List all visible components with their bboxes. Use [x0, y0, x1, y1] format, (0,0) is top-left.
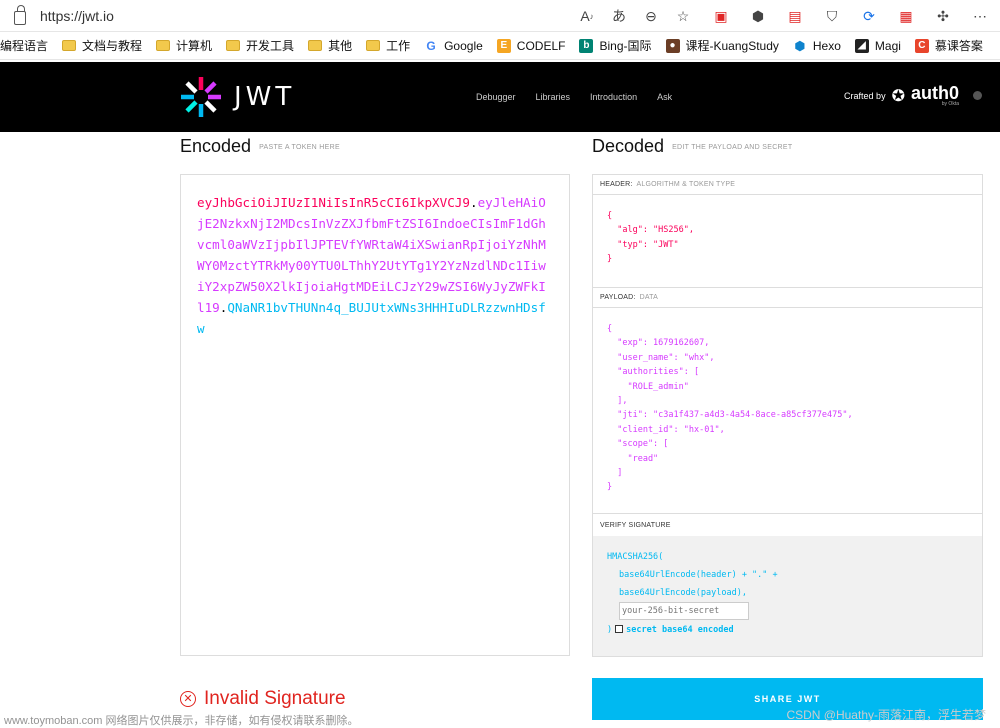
nav-debugger[interactable]: Debugger — [476, 92, 516, 102]
token-signature-part: QNaNR1bvTHUNn4q_BUJUtxWNs3HHHIuDLRzzwnHD… — [197, 300, 546, 336]
folder-icon — [226, 40, 241, 51]
verify-header-line: base64UrlEncode(header) + "." + — [619, 570, 778, 580]
verify-section-label: VERIFY SIGNATURE — [593, 514, 982, 536]
magi-icon: ◢ — [854, 38, 869, 53]
more-icon[interactable]: ⋯ — [970, 6, 990, 26]
bookmark-kuangstudy[interactable]: ● 课程-KuangStudy — [665, 37, 779, 54]
bookmark-folder[interactable]: 计算机 — [156, 37, 212, 54]
bookmark-hexo[interactable]: ⬢ Hexo — [793, 39, 841, 53]
site-nav: Debugger Libraries Introduction Ask — [476, 92, 672, 102]
bing-icon: b — [579, 38, 594, 53]
token-payload-part: eyJleHAiOjE2NzkxNjI2MDcsInVzZXJfbmFtZSI6… — [197, 195, 546, 315]
bookmark-folder[interactable]: 开发工具 — [226, 37, 294, 54]
bookmark-folder[interactable]: 其他 — [308, 37, 352, 54]
decoded-heading: Decoded EDIT THE PAYLOAD AND SECRET — [592, 136, 793, 156]
kuangstudy-icon: ● — [665, 38, 680, 53]
codelf-icon: E — [496, 38, 511, 53]
bookmark-mooc[interactable]: C 慕课答案 — [914, 37, 983, 54]
crafted-by-label: Crafted by — [844, 90, 886, 101]
address-bar[interactable]: https://jwt.io — [14, 5, 114, 26]
folder-icon — [366, 40, 381, 51]
extension-icon-1[interactable]: ▣ — [711, 6, 731, 26]
auth0-wordmark: auth0 — [910, 83, 959, 103]
help-icon[interactable] — [973, 91, 982, 100]
bookmark-item[interactable]: 编程语言 — [0, 37, 48, 54]
bookmark-magi[interactable]: ◢ Magi — [854, 38, 901, 53]
lock-icon[interactable] — [14, 5, 26, 25]
mooc-icon: C — [914, 38, 929, 53]
read-aloud-icon[interactable]: A ♪ — [577, 6, 597, 26]
jwt-logo-icon — [181, 77, 221, 117]
extensions-puzzle-icon[interactable]: ✣ — [933, 6, 953, 26]
browser-toolbar: https://jwt.io A ♪ あ ⊖ ☆ ▣ ⬢ ▤ ⛉ ⟳ ▦ ✣ ⋯ — [0, 0, 1000, 32]
signature-status: ✕ Invalid Signature — [180, 688, 346, 710]
zoom-icon[interactable]: ⊖ — [641, 6, 661, 26]
bookmark-bing[interactable]: b Bing-国际 — [579, 37, 652, 54]
extension-icon-3[interactable]: ▤ — [785, 6, 805, 26]
header-json-editor[interactable]: { "alg": "HS256", "typ": "JWT" } — [593, 195, 982, 288]
folder-icon — [62, 40, 77, 51]
verify-signature-box: HMACSHA256( base64UrlEncode(header) + ".… — [593, 536, 982, 656]
nav-ask[interactable]: Ask — [657, 92, 672, 102]
secret-input[interactable] — [619, 602, 749, 620]
folder-icon — [308, 40, 323, 51]
invalid-signature-text: Invalid Signature — [204, 688, 346, 709]
logo-wordmark: JWT — [234, 82, 296, 112]
error-x-icon: ✕ — [180, 691, 196, 707]
header-section-label: HEADER: ALGORITHM & TOKEN TYPE — [593, 175, 982, 195]
crafted-by-auth0[interactable]: Crafted by ✪ auth0 by Okta — [844, 84, 982, 107]
decoded-panel: HEADER: ALGORITHM & TOKEN TYPE { "alg": "… — [592, 174, 983, 657]
watermark-right: CSDN @Huathy-雨落江南，浮生若梦 — [786, 708, 986, 722]
auth0-subtext: by Okta — [941, 101, 959, 107]
encoded-subtitle: PASTE A TOKEN HERE — [259, 143, 340, 151]
extension-icon-2[interactable]: ⬢ — [748, 6, 768, 26]
bookmark-folder[interactable]: 文档与教程 — [62, 37, 142, 54]
nav-libraries[interactable]: Libraries — [536, 92, 571, 102]
encoded-heading: Encoded PASTE A TOKEN HERE — [180, 136, 340, 156]
secret-base64-checkbox[interactable] — [615, 625, 624, 633]
google-icon: G — [426, 38, 436, 53]
auth0-shield-icon: ✪ — [891, 87, 905, 105]
url-text[interactable]: https://jwt.io — [40, 8, 114, 24]
nav-introduction[interactable]: Introduction — [590, 92, 637, 102]
token-header-part: eyJhbGciOiJIUzI1NiIsInR5cCI6IkpXVCJ9 — [197, 195, 470, 210]
folder-icon — [156, 40, 171, 51]
bookmark-google[interactable]: G Google — [424, 38, 482, 53]
secret-base64-label: secret base64 encoded — [626, 624, 734, 635]
bookmark-folder[interactable]: 工作 — [366, 37, 410, 54]
payload-section-label: PAYLOAD: DATA — [593, 288, 982, 308]
encoded-token-input[interactable]: eyJhbGciOiJIUzI1NiIsInR5cCI6IkpXVCJ9.eyJ… — [180, 174, 570, 656]
sync-icon[interactable]: ⟳ — [859, 6, 879, 26]
jwt-logo[interactable]: JWT — [180, 76, 295, 118]
watermark-left: www.toymoban.com 网络图片仅供展示，非存储，如有侵权请联系删除。 — [4, 715, 359, 727]
favorite-star-icon[interactable]: ☆ — [673, 6, 693, 26]
hexo-icon: ⬢ — [794, 38, 806, 53]
decoded-subtitle: EDIT THE PAYLOAD AND SECRET — [672, 143, 793, 151]
bookmark-codelf[interactable]: E CODELF — [496, 38, 565, 53]
verify-close-paren: ) — [607, 624, 613, 635]
bookmarks-bar: 编程语言 文档与教程 计算机 开发工具 其他 工作 G Google E CODEL… — [0, 32, 1000, 60]
verify-payload-line: base64UrlEncode(payload), — [619, 588, 747, 598]
bookmark-icon[interactable]: ⛉ — [822, 6, 842, 26]
extension-icon-4[interactable]: ▦ — [896, 6, 916, 26]
translate-icon[interactable]: あ — [609, 6, 629, 26]
verify-func: HMACSHA256( — [607, 552, 664, 562]
payload-json-editor[interactable]: { "exp": 1679162607, "user_name": "whx",… — [593, 308, 982, 514]
site-header: JWT Debugger Libraries Introduction Ask … — [0, 62, 1000, 132]
